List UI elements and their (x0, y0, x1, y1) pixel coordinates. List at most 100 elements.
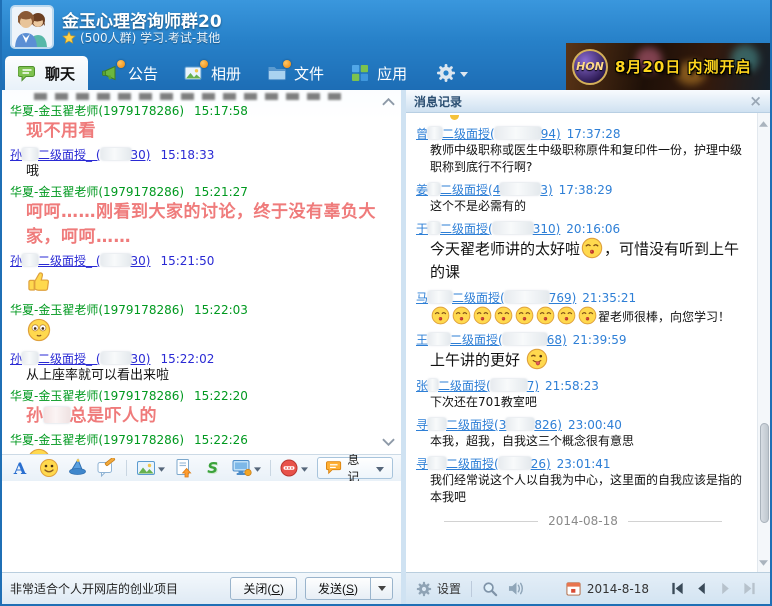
text-segment: 现不用看 (26, 121, 96, 141)
chevron-down-icon[interactable] (301, 461, 309, 475)
tab-apps[interactable]: 应用 (337, 56, 420, 90)
flushed-emoji (27, 318, 51, 342)
previous-page-button[interactable] (693, 580, 710, 597)
sender-link[interactable]: 华夏-金玉翟老师(1979178286) (10, 103, 184, 119)
sender-link[interactable]: 张二级面授(7) (416, 378, 539, 394)
history-settings-button[interactable]: 设置 (416, 580, 461, 597)
message-header: 华夏-金玉翟老师(1979178286) 15:22:03 (10, 302, 391, 318)
sender-link[interactable]: 王 二级面授(68) (416, 332, 567, 348)
font-icon[interactable]: A (10, 458, 30, 478)
toolbar-divider (269, 460, 271, 476)
text-segment: 教师中级职称或医生中级职称原件和复印件一份，护理中级职称到底行不行啊? (430, 143, 743, 174)
ad-banner[interactable]: HON 8月20日 内测开启 (566, 43, 770, 90)
censored-text (100, 148, 131, 160)
sender-link[interactable]: 华夏-金玉翟老师(1979178286) (10, 388, 184, 404)
screenshot-icon[interactable]: S (203, 458, 223, 478)
censored-text (494, 127, 541, 139)
tab-files[interactable]: 文件 (254, 56, 337, 90)
history-scrollbar[interactable] (757, 113, 770, 572)
message-header: 孙 二级面授_ (30) 15:18:33 (10, 147, 391, 163)
search-history-button[interactable] (482, 581, 498, 597)
emoticon-icon[interactable] (39, 458, 59, 478)
censored-text (498, 457, 531, 469)
scroll-up-icon[interactable] (382, 95, 395, 109)
thumbs-up-emoji (27, 269, 51, 293)
image-tool (136, 458, 165, 478)
toolbar-divider (126, 460, 127, 476)
close-button[interactable]: 关闭(C) (230, 577, 297, 600)
text-segment: 769) (548, 291, 577, 305)
first-page-button[interactable] (669, 580, 686, 597)
screen-share-icon[interactable] (232, 458, 252, 478)
censored-text (428, 222, 441, 234)
window-header: 金玉心理咨询师群20 (500人群) 学习.考试-其他 聊天 公告 相册 文件 应用 H… (2, 0, 770, 90)
sender-link[interactable]: 寻 二级面授(26) (416, 456, 551, 472)
sender-link[interactable]: 华夏-金玉翟老师(1979178286) (10, 184, 184, 200)
text-segment: 哦 (26, 164, 40, 179)
image-icon[interactable] (136, 458, 156, 478)
history-date-picker[interactable]: 2014-8-18 (566, 581, 649, 596)
censored-text (428, 291, 453, 303)
scrollbar-up-icon[interactable] (759, 116, 768, 130)
censored-text (428, 418, 447, 430)
text-segment: 94) (540, 127, 561, 141)
smug-emoji (515, 306, 534, 325)
voice-icon[interactable] (279, 458, 299, 478)
group-subtitle: (500人群) 学习.考试-其他 (80, 31, 221, 45)
message-text: 教师中级职称或医生中级职称原件和复印件一份，护理中级职称到底行不行啊? (416, 142, 750, 176)
timestamp: 15:22:26 (194, 433, 248, 447)
text-segment: 26) (530, 457, 551, 471)
message-history-toggle-button[interactable]: 消息记录 (317, 436, 393, 501)
chat-message: 华夏-金玉翟老师(1979178286) 15:21:27 呵呵……刚看到大家的讨论… (10, 184, 391, 250)
unread-badge-dot (117, 60, 126, 68)
send-file-icon[interactable] (174, 458, 194, 478)
send-button[interactable]: 发送(S) (304, 577, 371, 600)
last-page-button[interactable] (741, 580, 758, 597)
text-segment: 30) (130, 352, 151, 366)
close-icon[interactable]: × (749, 93, 762, 109)
tab-album[interactable]: 相册 (171, 56, 254, 90)
message-header: 孙 二级面授_ (30) 15:22:02 (10, 351, 391, 367)
timestamp: 21:35:21 (582, 291, 637, 305)
group-level-star-icon (62, 30, 76, 45)
tab-chat[interactable]: 聊天 (5, 56, 89, 90)
group-settings-button[interactable] (436, 63, 469, 83)
timestamp: 17:38:29 (558, 183, 613, 197)
send-options-button[interactable] (371, 577, 393, 600)
sender-link[interactable]: 华夏-金玉翟老师(1979178286) (10, 302, 184, 318)
next-page-button[interactable] (717, 580, 734, 597)
text-segment: 华夏-金玉翟老师(1979178286) (10, 303, 185, 317)
message-header: 孙 二级面授_ (30) 15:21:50 (10, 253, 391, 269)
sender-link[interactable]: 于二级面授(310) (416, 221, 560, 237)
sender-link[interactable]: 寻 二级面授(3 826) (416, 417, 562, 433)
sound-button[interactable] (508, 581, 524, 596)
message-text: 本我，超我，自我这三个概念很有意思 (416, 433, 750, 450)
message-input[interactable] (2, 481, 401, 572)
message-header: 华夏-金玉翟老师(1979178286) 15:21:27 (10, 184, 391, 200)
chevron-down-icon (460, 66, 469, 80)
sender-link[interactable]: 孙 二级面授_ (30) (10, 351, 150, 367)
text-segment: 孙 (10, 148, 23, 162)
history-message-list: 曾二级面授(94) 17:37:28 教师中级职称或医生中级职称原件和复印件一份，护… (416, 126, 750, 506)
history-message: 马 二级面授(769) 21:35:21 翟老师很棒，向您学习！ (416, 290, 750, 326)
scrollbar-thumb[interactable] (760, 423, 769, 523)
sender-link[interactable]: 马 二级面授(769) (416, 290, 576, 306)
sender-link[interactable]: 华夏-金玉翟老师(1979178286) (10, 432, 184, 448)
chevron-down-icon[interactable] (253, 461, 261, 475)
sender-link[interactable]: 曾二级面授(94) (416, 126, 561, 142)
scroll-down-icon[interactable] (382, 435, 395, 449)
chevron-down-icon (376, 461, 384, 475)
sender-link[interactable]: 孙 二级面授_ (30) (10, 253, 150, 269)
graffiti-icon[interactable] (97, 458, 117, 478)
tab-notice[interactable]: 公告 (88, 56, 171, 90)
text-segment: 从上座率就可以看出来啦 (26, 368, 170, 383)
gear-icon (436, 63, 456, 83)
chevron-down-icon[interactable] (157, 461, 165, 475)
sender-link[interactable]: 孙 二级面授_ (30) (10, 147, 150, 163)
sender-link[interactable]: 姜二级面授(4 3) (416, 182, 553, 198)
chat-message: 孙 二级面授_ (30) 15:21:50 (10, 253, 391, 299)
unread-badge-dot (200, 60, 209, 68)
magic-emoticon-icon[interactable] (68, 458, 88, 478)
scrollbar-down-icon[interactable] (759, 555, 768, 569)
group-avatar[interactable] (10, 5, 54, 49)
